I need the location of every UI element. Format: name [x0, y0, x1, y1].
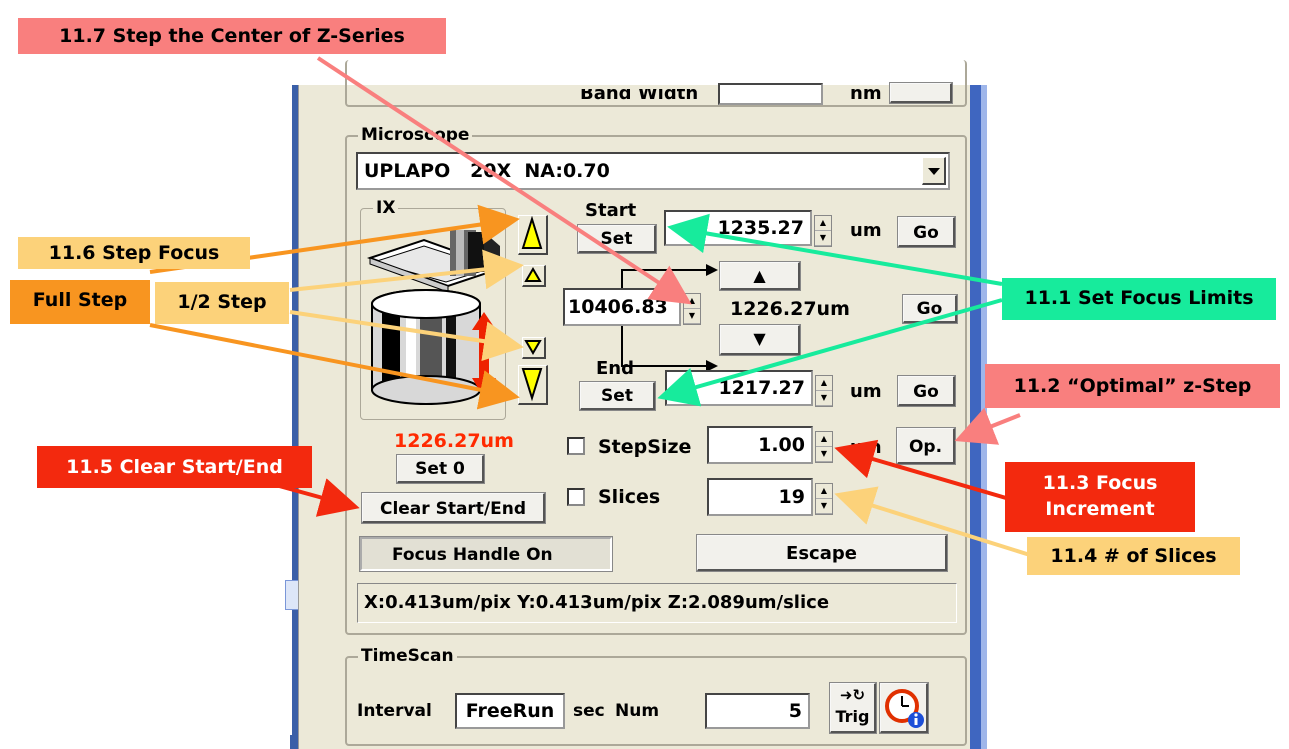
annotation-focus-increment-line1: 11.3 Focus: [1042, 472, 1158, 494]
center-up-button[interactable]: ▲: [719, 261, 801, 291]
escape-button[interactable]: Escape: [696, 534, 948, 572]
interval-label: Interval: [357, 701, 432, 721]
start-value-field[interactable]: 1235.27: [664, 210, 812, 246]
end-unit: um: [850, 381, 882, 402]
spin-up-icon[interactable]: ▲: [816, 376, 832, 391]
end-set-button[interactable]: Set: [579, 381, 656, 411]
timer-info-button[interactable]: [879, 682, 929, 734]
annotation-step-focus: 11.6 Step Focus: [18, 237, 250, 269]
stepsize-value-field[interactable]: 1.00: [707, 426, 813, 464]
spin-up-icon[interactable]: ▲: [816, 484, 832, 499]
center-value-field[interactable]: 10406.83: [563, 288, 681, 326]
focus-handle-label: Focus Handle On: [392, 545, 553, 565]
annotation-optimal-zstep: 11.2 “Optimal” z-Step: [985, 364, 1280, 408]
clear-start-end-button[interactable]: Clear Start/End: [361, 492, 546, 524]
spin-down-icon[interactable]: ▼: [815, 231, 831, 246]
stepsize-spinner[interactable]: ▲ ▼: [815, 431, 833, 463]
stepsize-checkbox[interactable]: [567, 437, 585, 455]
ix-legend: IX: [373, 198, 399, 218]
end-go-button[interactable]: Go: [897, 375, 956, 407]
spin-up-icon[interactable]: ▲: [684, 294, 700, 309]
start-set-button[interactable]: Set: [577, 224, 657, 254]
microscope-legend: Microscope: [358, 125, 473, 145]
spin-down-icon[interactable]: ▼: [816, 499, 832, 514]
annotation-focus-increment: 11.3 Focus Increment: [1005, 462, 1195, 532]
end-label: End: [596, 358, 634, 379]
slices-value-field[interactable]: 19: [707, 478, 813, 516]
spin-down-icon[interactable]: ▼: [816, 447, 832, 462]
chevron-down-icon[interactable]: [922, 157, 946, 185]
half-step-down-button[interactable]: [522, 337, 546, 359]
full-step-up-button[interactable]: [518, 215, 548, 255]
resolution-status: X:0.413um/pix Y:0.413um/pix Z:2.089um/sl…: [357, 583, 957, 623]
trigger-label: Trig: [835, 707, 870, 726]
spin-up-icon[interactable]: ▲: [815, 216, 831, 231]
slices-spinner[interactable]: ▲ ▼: [815, 483, 833, 515]
optimal-step-button[interactable]: Op.: [896, 427, 956, 465]
set-zero-button[interactable]: Set 0: [396, 454, 485, 484]
annotation-step-center: 11.7 Step the Center of Z-Series: [18, 18, 446, 54]
sec-label: sec: [573, 701, 605, 721]
stepsize-unit: um: [850, 437, 882, 458]
slices-checkbox[interactable]: [567, 488, 585, 506]
stepsize-label: StepSize: [598, 436, 692, 458]
resolution-status-text: X:0.413um/pix Y:0.413um/pix Z:2.089um/sl…: [364, 592, 830, 613]
num-field[interactable]: 5: [705, 693, 810, 729]
timescan-legend: TimeScan: [358, 646, 457, 666]
trigger-arrows-icon: ➜↻: [839, 686, 866, 704]
annotation-half-step: 1/2 Step: [155, 282, 289, 324]
start-go-button[interactable]: Go: [897, 216, 956, 248]
spin-up-icon[interactable]: ▲: [816, 432, 832, 447]
objective-select-value: UPLAPO 20X NA:0.70: [364, 160, 610, 182]
end-value-field[interactable]: 1217.27: [665, 370, 813, 406]
band-width-field[interactable]: [718, 83, 823, 105]
annotation-slices: 11.4 # of Slices: [1027, 537, 1240, 575]
annotation-clear: 11.5 Clear Start/End: [37, 446, 312, 488]
interval-field[interactable]: FreeRun: [455, 693, 565, 729]
num-label: Num: [615, 701, 660, 721]
focus-handle-button[interactable]: Focus Handle On: [359, 536, 613, 572]
annotation-full-step: Full Step: [10, 280, 150, 324]
end-spinner[interactable]: ▲ ▼: [815, 375, 833, 407]
spin-down-icon[interactable]: ▼: [816, 391, 832, 406]
start-unit: um: [850, 220, 882, 241]
window-edge-right-light: [981, 85, 987, 749]
start-label: Start: [585, 200, 637, 221]
annotation-focus-limits: 11.1 Set Focus Limits: [1002, 278, 1276, 320]
center-down-button[interactable]: ▼: [719, 324, 801, 356]
center-spinner[interactable]: ▲ ▼: [683, 293, 701, 325]
current-position: 1226.27um: [394, 430, 514, 452]
center-position: 1226.27um: [730, 298, 850, 320]
band-width-button[interactable]: [889, 82, 953, 104]
half-step-up-button[interactable]: [522, 265, 546, 287]
spin-down-icon[interactable]: ▼: [684, 309, 700, 324]
microscope-icon: [362, 218, 506, 418]
trigger-button[interactable]: ➜↻ Trig: [829, 682, 877, 734]
objective-select[interactable]: UPLAPO 20X NA:0.70: [356, 152, 950, 190]
clock-info-icon: [884, 689, 924, 728]
annotation-focus-increment-line2: Increment: [1045, 498, 1155, 520]
slices-label: Slices: [598, 486, 661, 508]
center-go-button[interactable]: Go: [902, 294, 958, 324]
start-spinner[interactable]: ▲ ▼: [814, 215, 832, 247]
full-step-down-button[interactable]: [518, 365, 548, 405]
taskbar-fragment: [285, 580, 299, 610]
